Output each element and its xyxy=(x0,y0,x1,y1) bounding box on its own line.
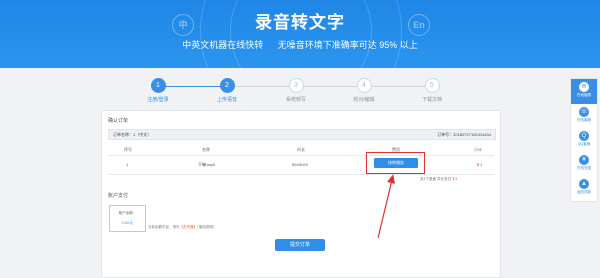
sidebar-item-chat[interactable]: ✉ 在线客服 xyxy=(571,79,597,104)
balance-card[interactable]: 账户余额： 0.00元 xyxy=(109,205,146,232)
step-label: 下载文档 xyxy=(421,97,442,103)
sidebar-label: 在线客服 xyxy=(577,93,591,97)
step-label: 注册/登录 xyxy=(147,97,169,103)
column-header: 名称 xyxy=(202,147,210,152)
step-number: 2 xyxy=(219,78,235,93)
sidebar-item-qq[interactable]: Q QQ客服 xyxy=(571,131,597,147)
subtitle-left: 中英文机器在线快转 xyxy=(182,40,264,50)
table-divider xyxy=(108,155,494,156)
progress-steps: 1 注册/登录 2 上传语音 3 系统转写 4 校对/编辑 5 下载文档 xyxy=(146,78,446,103)
annotation-arrow xyxy=(377,174,395,239)
step-label: 上传语音 xyxy=(216,97,237,103)
headset-icon: ☏ xyxy=(579,107,589,117)
subtitle-right: 无噪音环境下准确率可达 95% 以上 xyxy=(277,40,418,50)
row-duration: 00:00:03 xyxy=(292,162,308,167)
column-header: 序号 xyxy=(124,147,132,152)
step-transcribe: 3 系统转写 xyxy=(266,78,326,103)
balance-label: 账户余额： xyxy=(118,211,137,215)
step-number: 3 xyxy=(288,78,304,93)
step-proofread: 4 校对/编辑 xyxy=(334,78,394,103)
sidebar-label: 在线充值 xyxy=(577,166,591,170)
step-label: 校对/编辑 xyxy=(353,97,375,103)
floating-sidebar: ✉ 在线客服 ☏ 在线客服 Q QQ客服 ¥ 在线充值 ▲ 返回顶部 xyxy=(570,78,598,202)
order-header-bar: 订单名称：1（中文） 订单号：20180727152414434 xyxy=(108,129,496,140)
chat-icon: ✉ xyxy=(579,82,589,92)
row-index: 1 xyxy=(126,162,129,167)
column-header: 小计 xyxy=(474,147,482,152)
order-summary: 共1个录音 共计支付 ￥2 xyxy=(420,177,457,182)
sidebar-label: 返回顶部 xyxy=(577,190,591,194)
order-number: 订单号：20180727152414434 xyxy=(437,132,491,137)
summary-amount: ￥2 xyxy=(451,177,458,181)
sidebar-item-top[interactable]: ▲ 返回顶部 xyxy=(571,179,597,195)
balance-section-title: 账户支付 xyxy=(108,193,129,199)
page-title: 录音转文字 xyxy=(255,13,345,32)
balance-note-text: 当前余额不足，请先 xyxy=(148,225,180,229)
arrow-up-icon: ▲ xyxy=(579,179,589,189)
sidebar-label: QQ客服 xyxy=(577,142,591,146)
usage-link[interactable]: （使用说明） xyxy=(197,225,216,229)
order-panel: 确认订单 订单名称：1（中文） 订单号：20180727152414434 序号… xyxy=(101,110,501,278)
summary-label: 共计支付 xyxy=(436,177,451,181)
qq-icon: Q xyxy=(579,131,589,141)
step-label: 系统转写 xyxy=(285,97,306,103)
step-upload: 2 上传语音 xyxy=(197,78,257,103)
row-file-name: 干嘛.mp3 xyxy=(198,162,215,167)
row-subtotal: ￥1 xyxy=(476,162,483,167)
balance-value: 0.00元 xyxy=(121,220,134,225)
column-header: 时长 xyxy=(297,147,305,152)
hero-subtitle: 中英文机器在线快转 无噪音环境下准确率可达 95% 以上 xyxy=(0,38,600,51)
recharge-link[interactable]: 【去充值】 xyxy=(180,225,198,229)
step-number: 1 xyxy=(150,78,166,93)
step-number: 5 xyxy=(424,78,440,93)
submit-order-button[interactable]: 提交订单 xyxy=(275,239,325,251)
order-name: 订单名称：1（中文） xyxy=(113,132,152,137)
sidebar-item-service[interactable]: ☏ 在线客服 xyxy=(571,107,597,123)
table-divider xyxy=(108,174,494,175)
summary-count: 共1个录音 xyxy=(420,177,436,181)
step-register: 1 注册/登录 xyxy=(128,78,188,103)
hero-banner: 中 En 录音转文字 中英文机器在线快转 无噪音环境下准确率可达 95% 以上 xyxy=(0,0,600,68)
sidebar-label: 在线客服 xyxy=(577,118,591,122)
wechat-icon: ¥ xyxy=(579,155,589,165)
step-download: 5 下载文档 xyxy=(402,78,462,103)
order-section-title: 确认订单 xyxy=(108,118,129,124)
step-number: 4 xyxy=(356,78,372,93)
sidebar-item-recharge[interactable]: ¥ 在线充值 xyxy=(571,155,597,171)
balance-note: 当前余额不足，请先【去充值】（使用说明） xyxy=(148,225,216,230)
